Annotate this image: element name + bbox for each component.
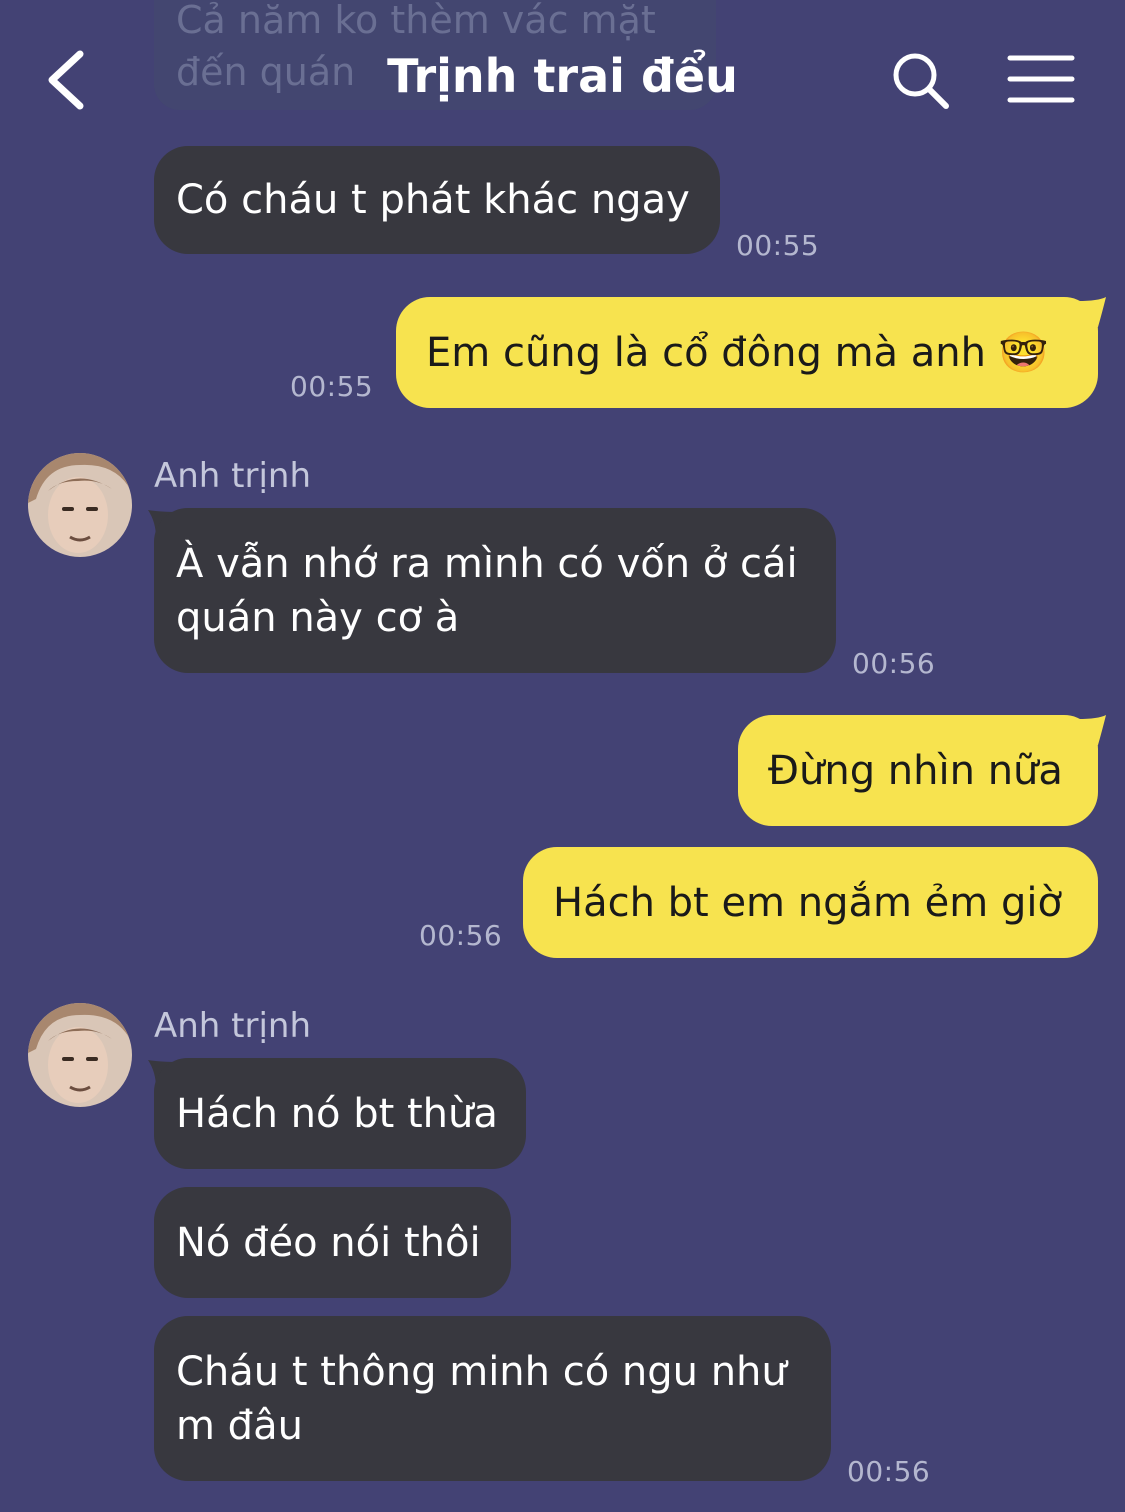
chevron-left-icon <box>48 50 84 110</box>
message-text: Hách bt em ngắm ẻm giờ <box>553 879 1062 926</box>
sender-name: Anh trịnh <box>154 1006 312 1046</box>
outgoing-message-bubble[interactable]: Em cũng là cổ đông mà anh 🤓 <box>396 297 1098 408</box>
message-text: Hách nó bt thừa <box>176 1090 498 1137</box>
incoming-message-bubble[interactable]: Nó đéo nói thôi <box>154 1187 511 1298</box>
incoming-message-bubble[interactable]: Hách nó bt thừa <box>154 1058 526 1169</box>
incoming-message-bubble[interactable]: À vẫn nhớ ra mình có vốn ở cái quán này … <box>154 508 836 673</box>
message-text: Có cháu t phát khác ngay <box>176 177 690 223</box>
outgoing-message-bubble[interactable]: Hách bt em ngắm ẻm giờ <box>523 847 1098 958</box>
bubble-tail <box>1078 297 1106 327</box>
back-button[interactable] <box>40 40 100 120</box>
search-icon <box>893 53 949 109</box>
message-time: 00:56 <box>419 919 503 952</box>
sender-name: Anh trịnh <box>154 456 312 496</box>
message-text: Cháu t thông minh có ngu như m đâu <box>176 1348 787 1449</box>
incoming-message-bubble[interactable]: Cháu t thông minh có ngu như m đâu <box>154 1316 831 1481</box>
search-button[interactable] <box>888 48 952 112</box>
avatar[interactable] <box>28 453 132 557</box>
avatar-photo <box>28 1003 132 1107</box>
menu-button[interactable] <box>1004 50 1078 110</box>
message-text: Đừng nhìn nữa <box>768 747 1063 794</box>
avatar-photo <box>28 453 132 557</box>
bubble-tail <box>1078 715 1106 745</box>
avatar[interactable] <box>28 1003 132 1107</box>
incoming-message-bubble[interactable]: Có cháu t phát khác ngay <box>154 146 720 254</box>
message-text: Nó đéo nói thôi <box>176 1219 481 1266</box>
outgoing-message-bubble[interactable]: Đừng nhìn nữa <box>738 715 1098 826</box>
message-text: À vẫn nhớ ra mình có vốn ở cái quán này … <box>176 540 798 641</box>
message-time: 00:55 <box>290 370 374 403</box>
message-time: 00:56 <box>852 647 936 680</box>
message-time: 00:55 <box>736 229 820 262</box>
chat-title: Trịnh trai đểu <box>387 49 738 103</box>
hamburger-menu-icon <box>1007 55 1075 103</box>
chat-header: Trịnh trai đểu <box>0 0 1125 150</box>
message-time: 00:56 <box>847 1455 931 1488</box>
message-text: Em cũng là cổ đông mà anh 🤓 <box>426 329 1049 376</box>
